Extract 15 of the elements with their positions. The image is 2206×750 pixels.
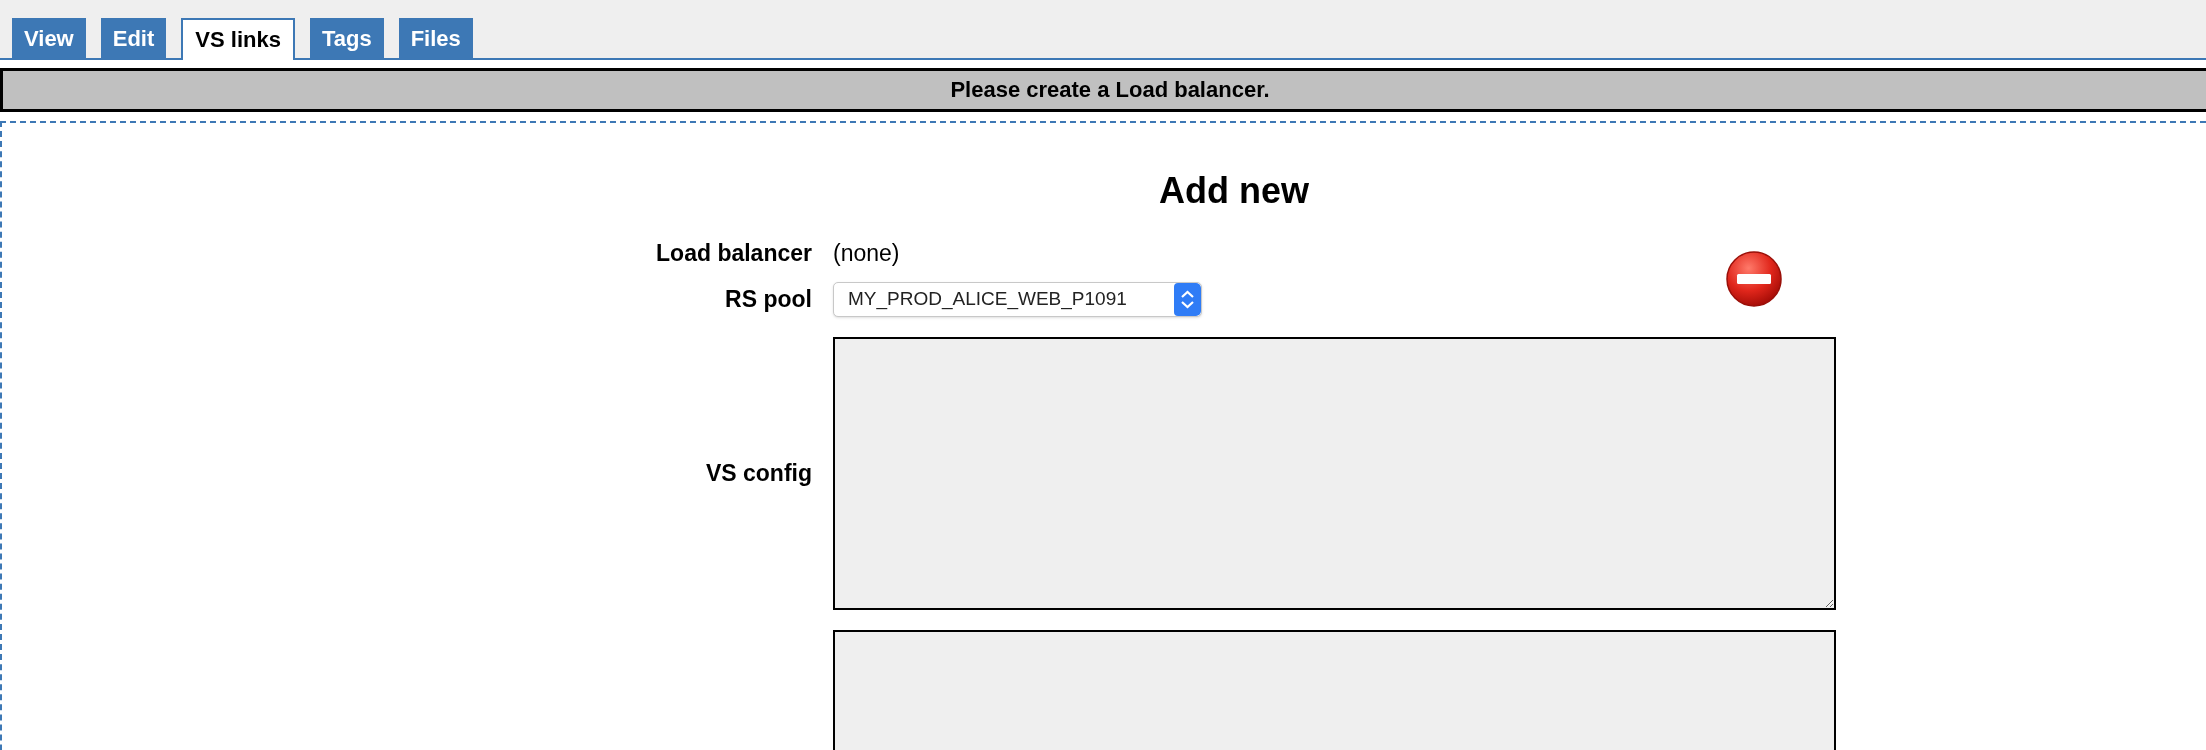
tab[interactable]: Files [398,18,473,58]
field-value: (none) [833,239,900,268]
form-title: Add new [1158,171,1310,211]
tab[interactable]: Edit [100,18,167,58]
message-bar: Please create a Load balancer. [0,68,2206,112]
tab[interactable]: Tags [309,18,384,58]
rs-pool-select[interactable]: MY_PROD_ALICE_WEB_P1091 [833,281,1202,317]
tab[interactable]: View [12,18,86,58]
minus-circle-icon [1724,249,1784,309]
remove-button[interactable] [1724,249,1784,309]
chevrons-icon [1174,282,1201,316]
field-label: Load balancer [656,238,812,268]
tab[interactable]: VS links [181,18,295,60]
field-label: RS pool [725,284,812,314]
field-label: VS config [705,459,812,489]
